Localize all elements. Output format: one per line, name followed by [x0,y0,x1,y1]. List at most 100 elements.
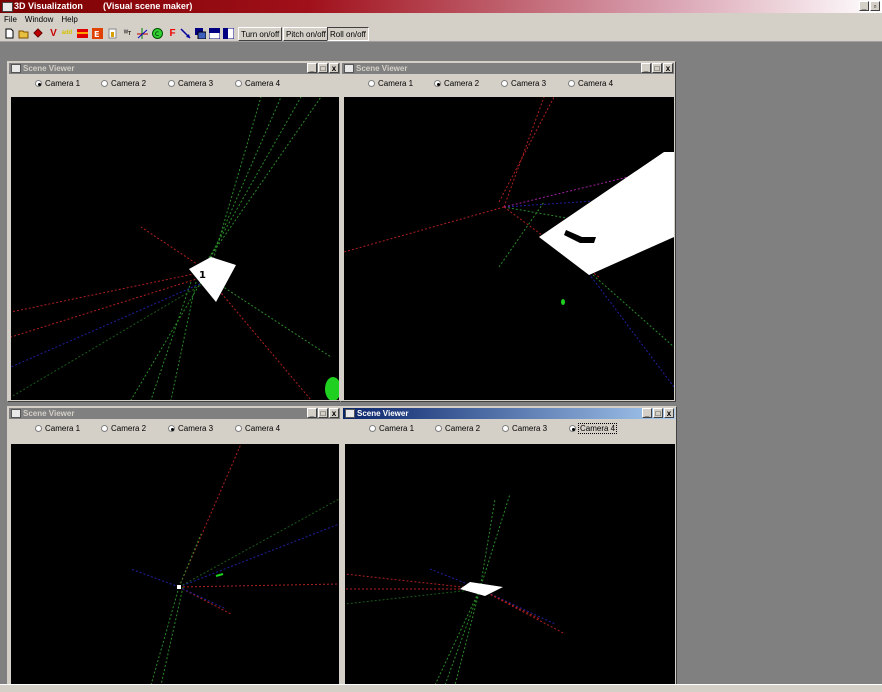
minimize-button[interactable]: _ [642,408,652,418]
axes-icon[interactable] [137,28,148,39]
camera-3-radio[interactable]: Camera 3 [502,424,547,433]
camera-4-radio[interactable]: Camera 4 [235,424,280,433]
pitch-toggle-button[interactable]: Pitch on/off [283,27,329,41]
camera-4-radio[interactable]: Camera 4 [569,423,618,434]
v-icon[interactable]: V [48,28,59,39]
add-icon[interactable]: add [60,28,74,39]
scene-viewer-2: Scene Viewer _ □ x Camera 1 Camera 2 Cam… [340,61,676,402]
3d-viewport[interactable]: 1 [344,97,674,400]
app-title: 3D Visualization [14,1,83,11]
camera-2-radio[interactable]: Camera 2 [435,424,480,433]
radio-dot [368,80,375,87]
radio-label: Camera 1 [378,79,414,88]
radio-dot [101,80,108,87]
close-button[interactable]: x [663,63,673,73]
window-icon [344,64,354,73]
camera-2-radio[interactable]: Camera 2 [101,424,146,433]
turn-toggle-button[interactable]: Turn on/off [238,27,283,41]
columns-icon[interactable] [222,27,235,40]
maximize-button[interactable]: □ [318,408,328,418]
camera-selector: Camera 1 Camera 2 Camera 3 Camera 4 [342,420,676,438]
info-icon[interactable] [107,28,118,39]
radio-label: Camera 2 [444,79,480,88]
radio-dot [369,425,376,432]
viewer-title-bar: Scene Viewer _ □ x [343,408,675,419]
menu-help[interactable]: Help [57,15,81,24]
radio-label: Camera 4 [245,424,281,433]
camera-1-radio[interactable]: Camera 1 [35,79,80,88]
restore-button[interactable]: ▫ [870,1,880,11]
camera-2-radio[interactable]: Camera 2 [434,79,479,88]
radio-dot [35,425,42,432]
f-icon[interactable]: F [167,28,178,39]
camera-4-radio[interactable]: Camera 4 [568,79,613,88]
minimize-button[interactable]: _ [859,1,869,11]
3d-viewport[interactable] [11,444,339,685]
radio-label: Camera 2 [111,79,147,88]
camera-4-radio[interactable]: Camera 4 [235,79,280,88]
arrow-icon[interactable] [180,28,191,39]
radio-label: Camera 3 [178,424,214,433]
camera-2-radio[interactable]: Camera 2 [101,79,146,88]
measure-icon[interactable]: ᵂᴛ [122,28,133,39]
svg-text:E: E [94,30,99,39]
open-folder-icon[interactable] [18,28,29,39]
minimize-button[interactable]: _ [307,63,317,73]
3d-viewport[interactable] [345,444,675,685]
viewer-title: Scene Viewer [23,64,75,73]
viewer-title-bar: Scene Viewer _ □ x [342,63,674,74]
radio-dot [235,80,242,87]
3d-viewport[interactable]: 1 [11,97,339,400]
scene-viewer-3: Scene Viewer _ □ x Camera 1 Camera 2 Cam… [7,406,342,687]
radio-dot [235,425,242,432]
menu-window[interactable]: Window [21,15,57,24]
radio-label: Camera 3 [178,79,214,88]
radio-label: Camera 4 [245,79,281,88]
close-button[interactable]: x [329,408,339,418]
radio-label: Camera 3 [512,424,548,433]
diamond-icon[interactable] [33,28,44,39]
window-icon [345,409,355,418]
radio-label: Camera 4 [578,79,614,88]
radio-dot [168,425,175,432]
toolbar: V add E ᵂᴛ C F Turn on/off Pitch on/off … [0,25,882,42]
menu-file[interactable]: File [0,15,21,24]
camera-1-radio[interactable]: Camera 1 [368,79,413,88]
window-icon [11,409,21,418]
new-file-icon[interactable] [4,28,15,39]
red-block-icon[interactable] [77,28,88,39]
camera-3-radio[interactable]: Camera 3 [168,424,213,433]
e-icon[interactable]: E [92,28,103,39]
camera-3-radio[interactable]: Camera 3 [501,79,546,88]
radio-dot [168,80,175,87]
minimize-button[interactable]: _ [307,408,317,418]
maximize-button[interactable]: □ [318,63,328,73]
viewer-title: Scene Viewer [356,64,408,73]
radio-label: Camera 2 [445,424,481,433]
camera-selector: Camera 1 Camera 2 Camera 3 Camera 4 [8,75,341,93]
svg-text:C: C [155,31,159,38]
radio-label: Camera 2 [111,424,147,433]
minimize-button[interactable]: _ [641,63,651,73]
camera-3-radio[interactable]: Camera 3 [168,79,213,88]
green-circle-icon[interactable]: C [152,28,163,39]
menu-bar: File Window Help [0,13,882,25]
viewer-title-bar: Scene Viewer _ □ x [9,408,340,419]
close-button[interactable]: x [664,408,674,418]
camera-1-radio[interactable]: Camera 1 [35,424,80,433]
viewer-title: Scene Viewer [357,409,409,418]
radio-dot [434,80,441,87]
roll-toggle-button[interactable]: Roll on/off [327,27,369,41]
viewer-title: Scene Viewer [23,409,75,418]
app-title-bar: 3D Visualization (Visual scene maker) _ … [0,0,882,13]
camera-selector: Camera 1 Camera 2 Camera 3 Camera 4 [341,75,675,93]
stack-icon[interactable] [195,28,207,40]
camera-1-radio[interactable]: Camera 1 [369,424,414,433]
radio-label: Camera 1 [45,424,81,433]
radio-dot [35,80,42,87]
maximize-button[interactable]: □ [653,408,663,418]
viewer-title-bar: Scene Viewer _ □ x [9,63,340,74]
close-button[interactable]: x [329,63,339,73]
rows-icon[interactable] [208,27,221,40]
maximize-button[interactable]: □ [652,63,662,73]
